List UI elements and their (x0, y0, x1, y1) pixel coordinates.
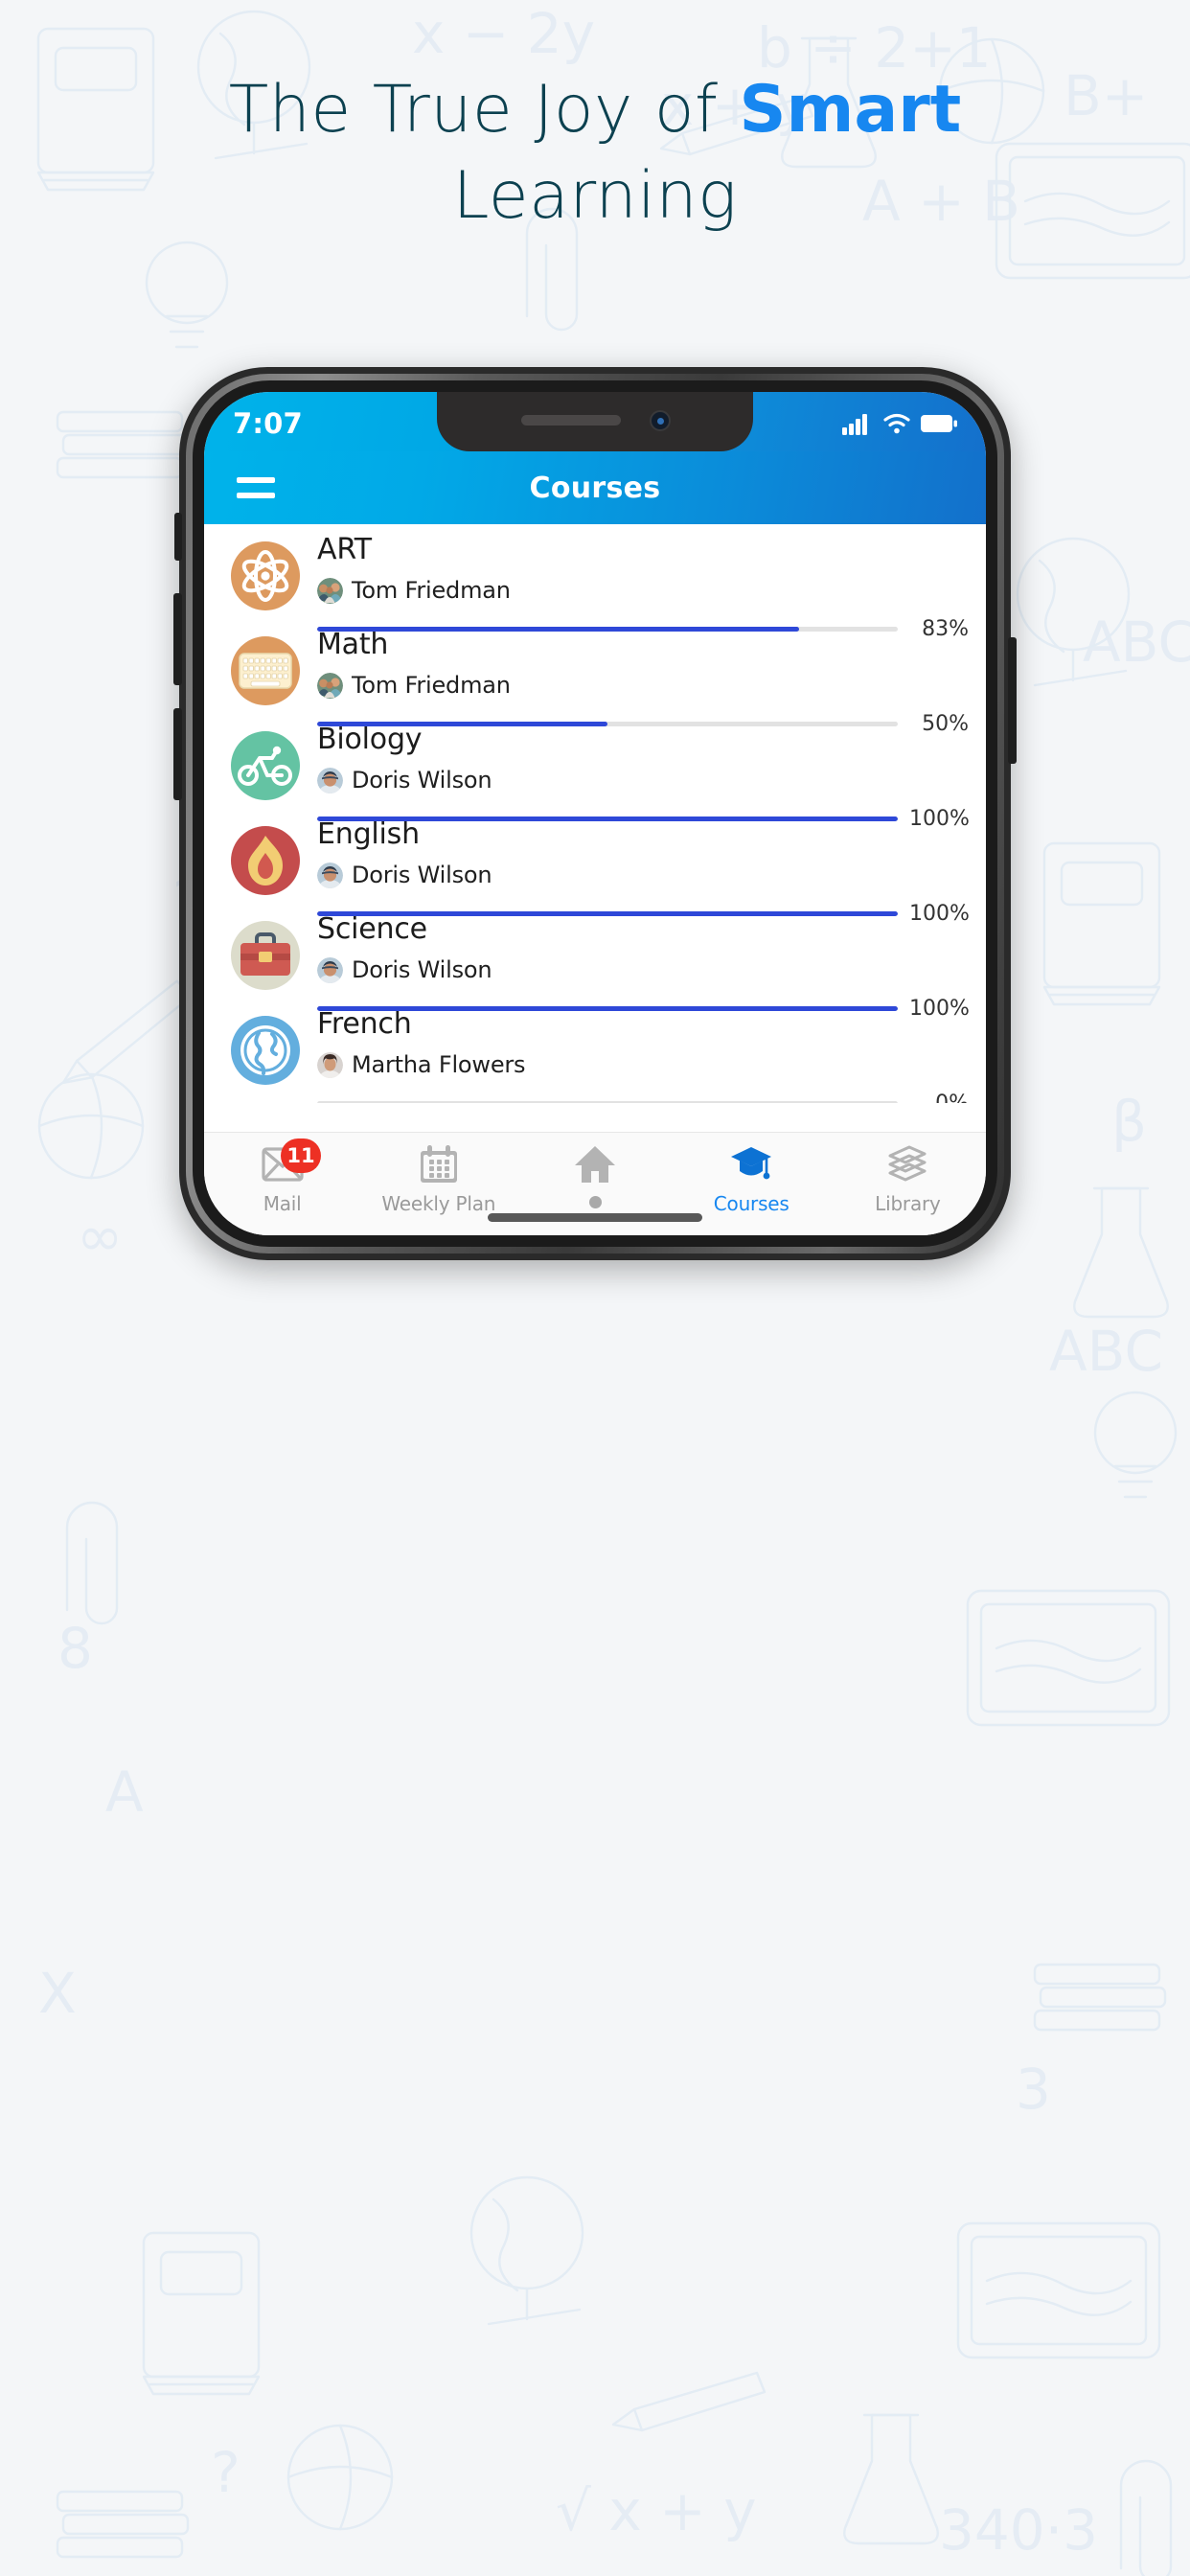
course-title: English (317, 817, 420, 851)
phone-notch (437, 392, 753, 451)
woman-avatar (317, 1051, 343, 1078)
course-teacher: Tom Friedman (317, 672, 973, 699)
volume-down-button[interactable] (173, 708, 182, 800)
teacher-name: Tom Friedman (352, 672, 511, 699)
headline-line-2: Learning (452, 157, 738, 234)
man-cap-avatar (317, 862, 343, 888)
nav-item-mail[interactable]: 11 Mail (204, 1138, 360, 1215)
teacher-name: Doris Wilson (352, 862, 492, 888)
status-icon-group (842, 412, 957, 435)
teacher-name: Doris Wilson (352, 956, 492, 983)
front-camera-icon (650, 410, 671, 431)
svg-text:x − 2y: x − 2y (412, 1, 595, 66)
battery-full-icon (921, 414, 957, 432)
course-details: French Martha Flowers 0% (317, 1010, 986, 1103)
course-list-item[interactable]: Biology Doris Wilson 100% (204, 716, 986, 831)
nav-label: Weekly Plan (381, 1192, 496, 1215)
hamburger-menu-icon[interactable] (237, 477, 275, 498)
nav-item-home[interactable] (516, 1144, 673, 1208)
course-list-item[interactable]: Science Doris Wilson 100% (204, 906, 986, 1021)
svg-text:A: A (105, 1760, 144, 1825)
phone-screen: 7:07 Courses ART Tom Friedman 83% Math T… (204, 392, 986, 1235)
nav-label: Mail (263, 1192, 302, 1215)
svg-text:β: β (1111, 1089, 1147, 1154)
app-title: Courses (529, 471, 661, 505)
earpiece-speaker (521, 415, 621, 426)
course-list-item[interactable]: French Martha Flowers 0% (204, 1000, 986, 1103)
nav-item-courses[interactable]: Courses (674, 1144, 830, 1215)
svg-text:8: 8 (57, 1616, 93, 1681)
mail-icon: 11 (261, 1138, 321, 1184)
page-title: The True Joy of Smart Learning (0, 67, 1190, 240)
app-header: Courses (204, 451, 986, 524)
flame-icon (231, 826, 300, 895)
nav-label: Library (875, 1192, 941, 1215)
teacher-name: Tom Friedman (352, 577, 511, 604)
bicycle-icon (231, 731, 300, 800)
course-list[interactable]: ART Tom Friedman 83% Math Tom Friedman 5… (204, 524, 986, 1103)
hamburger-bar (237, 477, 275, 483)
course-teacher: Doris Wilson (317, 862, 973, 888)
group-photo-avatar (317, 672, 343, 699)
calendar-icon (419, 1144, 459, 1184)
nav-label: Courses (713, 1192, 790, 1215)
svg-text:3: 3 (1016, 2057, 1051, 2122)
briefcase-icon (231, 921, 300, 990)
course-teacher: Tom Friedman (317, 577, 973, 604)
group-photo-avatar (317, 577, 343, 604)
course-list-item[interactable]: ART Tom Friedman 83% (204, 526, 986, 641)
cellular-signal-icon (842, 413, 867, 435)
svg-text:340·3: 340·3 (939, 2497, 1098, 2563)
course-title: ART (317, 533, 372, 566)
teacher-name: Doris Wilson (352, 767, 492, 794)
globe-icon (231, 1016, 300, 1085)
books-icon (886, 1144, 928, 1184)
man-cap-avatar (317, 956, 343, 983)
mute-switch-button[interactable] (174, 513, 182, 561)
course-list-item[interactable]: Math Tom Friedman 50% (204, 621, 986, 736)
svg-text:ABC: ABC (1083, 610, 1190, 675)
keyboard-icon (231, 636, 300, 705)
svg-text:ABC: ABC (1049, 1319, 1163, 1384)
home-active-dot (588, 1196, 602, 1208)
headline-text-plain: The True Joy of (228, 72, 740, 148)
status-time: 7:07 (233, 406, 303, 440)
teacher-name: Martha Flowers (352, 1051, 526, 1078)
course-teacher: Doris Wilson (317, 956, 973, 983)
graduation-cap-icon (730, 1144, 772, 1184)
home-indicator (488, 1213, 702, 1222)
power-button[interactable] (1008, 637, 1017, 764)
course-teacher: Martha Flowers (317, 1051, 973, 1078)
course-title: Math (317, 628, 389, 661)
nav-item-weekly-plan[interactable]: Weekly Plan (360, 1144, 516, 1215)
wifi-icon (883, 413, 910, 433)
hamburger-bar (237, 493, 275, 498)
course-title: Biology (317, 723, 423, 756)
volume-up-button[interactable] (173, 593, 182, 685)
home-icon (574, 1144, 616, 1184)
course-title: Science (317, 912, 427, 946)
headline-text-accent: Smart (739, 72, 962, 148)
course-list-item[interactable]: English Doris Wilson 100% (204, 811, 986, 926)
atom-icon (231, 541, 300, 610)
svg-text:?: ? (211, 2440, 240, 2505)
svg-text:X: X (38, 1961, 77, 2026)
course-teacher: Doris Wilson (317, 767, 973, 794)
unread-badge: 11 (281, 1138, 321, 1173)
svg-text:∞: ∞ (77, 1204, 123, 1269)
headline-line-1: The True Joy of Smart (0, 67, 1190, 153)
nav-item-library[interactable]: Library (830, 1144, 986, 1215)
svg-text:√ x + y: √ x + y (556, 2478, 757, 2543)
phone-mockup: 7:07 Courses ART Tom Friedman 83% Math T… (173, 367, 1017, 1260)
course-list-item[interactable]: Physics Martha Flowers 48% (204, 1095, 986, 1103)
man-cap-avatar (317, 767, 343, 794)
course-title: French (317, 1007, 412, 1041)
